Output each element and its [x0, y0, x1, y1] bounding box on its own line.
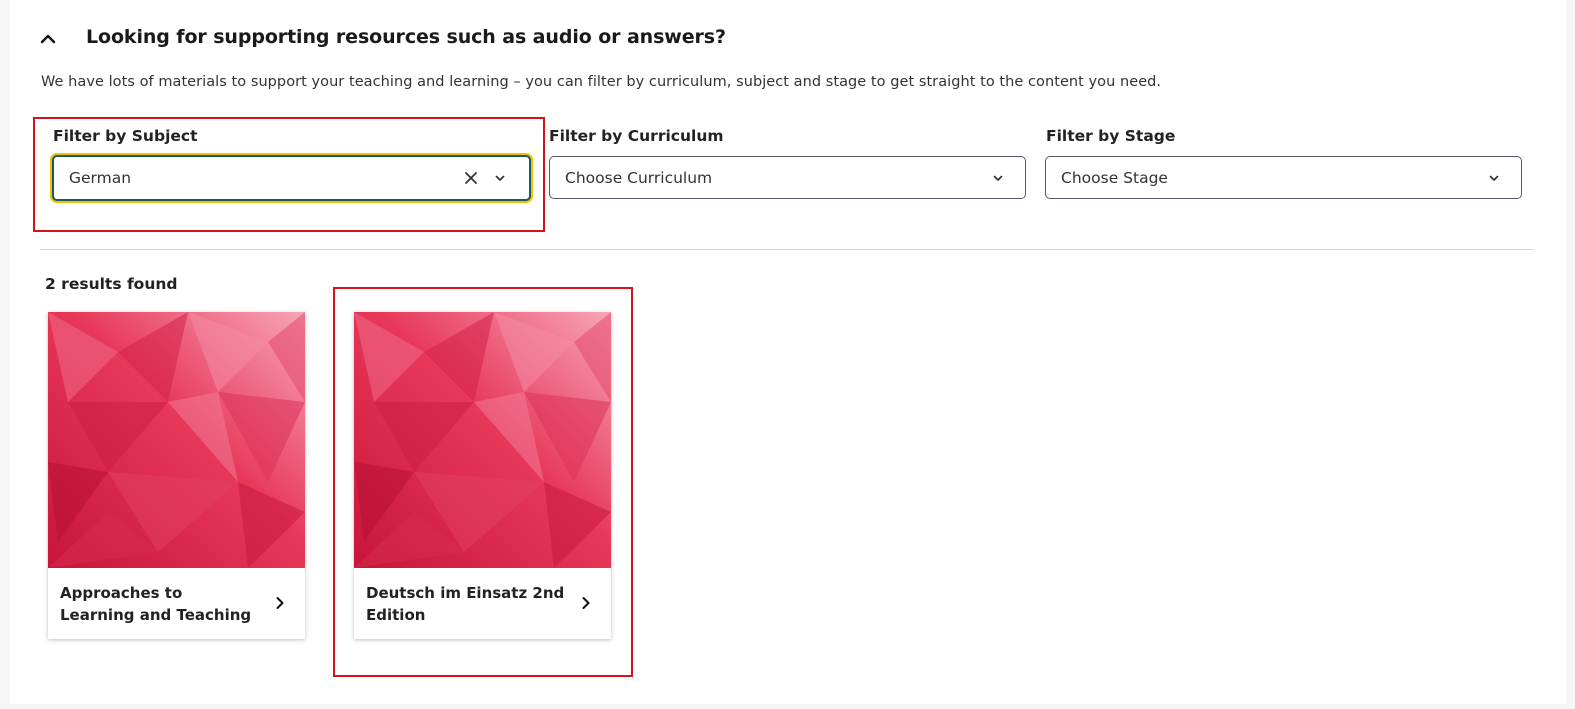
results-count: 2 results found [45, 275, 178, 293]
card-footer: Deutsch im Einsatz 2nd Edition [354, 568, 611, 639]
divider [40, 249, 1534, 250]
subject-select[interactable]: German [52, 155, 531, 201]
card-title[interactable]: Deutsch im Einsatz 2nd Edition [354, 582, 566, 626]
subject-select-value: German [69, 169, 132, 187]
curriculum-select-value: Choose Curriculum [565, 168, 713, 187]
curriculum-filter-label: Filter by Curriculum [549, 127, 724, 145]
stage-filter-label: Filter by Stage [1046, 127, 1176, 145]
card-footer: Approaches to Learning and Teaching [48, 568, 305, 639]
resource-card[interactable]: Approaches to Learning and Teaching [48, 312, 305, 639]
chevron-right-icon[interactable] [579, 596, 593, 610]
chevron-down-icon[interactable] [1487, 171, 1501, 185]
card-title[interactable]: Approaches to Learning and Teaching [48, 582, 260, 626]
accordion-description: We have lots of materials to support you… [41, 74, 1162, 90]
accordion-title[interactable]: Looking for supporting resources such as… [86, 26, 726, 48]
chevron-right-icon[interactable] [273, 596, 287, 610]
cover-image [354, 312, 611, 568]
close-icon[interactable] [463, 170, 479, 186]
accordion-toggle[interactable] [38, 24, 58, 54]
chevron-down-icon[interactable] [493, 171, 507, 185]
subject-filter-label: Filter by Subject [53, 127, 198, 145]
chevron-down-icon[interactable] [991, 171, 1005, 185]
stage-select-value: Choose Stage [1061, 168, 1168, 187]
resource-card[interactable]: Deutsch im Einsatz 2nd Edition [354, 312, 611, 639]
chevron-up-icon[interactable] [38, 29, 58, 49]
stage-select[interactable]: Choose Stage [1045, 156, 1522, 199]
curriculum-select[interactable]: Choose Curriculum [549, 156, 1026, 199]
cover-image [48, 312, 305, 568]
